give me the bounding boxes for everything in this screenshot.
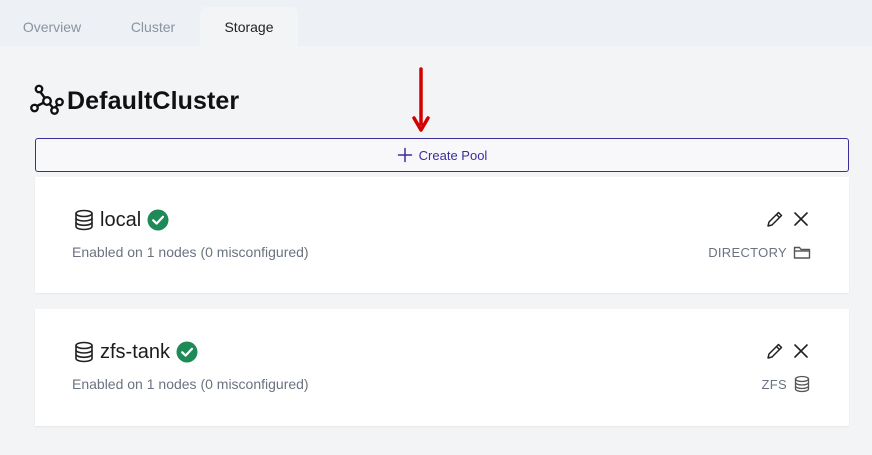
tab-bar: Overview Cluster Storage — [0, 0, 872, 46]
edit-pencil-icon[interactable] — [765, 209, 785, 229]
database-icon — [794, 375, 810, 393]
pool-name[interactable]: local — [100, 209, 141, 232]
plus-icon — [397, 147, 412, 163]
create-pool-label: Create Pool — [418, 147, 488, 163]
tab-overview[interactable]: Overview — [8, 7, 96, 46]
delete-close-icon[interactable] — [791, 341, 811, 361]
pool-actions — [765, 341, 811, 361]
pool-name-row: zfs-tank — [73, 340, 198, 364]
pool-type-label: ZFS — [761, 376, 787, 392]
cluster-title: DefaultCluster — [67, 86, 240, 115]
pool-name-row: local — [73, 208, 169, 232]
edit-pencil-icon[interactable] — [765, 341, 785, 361]
check-circle-icon — [147, 209, 169, 231]
delete-close-icon[interactable] — [791, 209, 811, 229]
pool-description: Enabled on 1 nodes (0 misconfigured) — [72, 244, 309, 260]
check-circle-icon — [176, 341, 198, 363]
tab-storage[interactable]: Storage — [200, 7, 298, 46]
pool-type: ZFS — [762, 375, 811, 393]
database-icon — [75, 209, 93, 231]
red-down-arrow-icon — [412, 67, 430, 132]
cluster-heading: DefaultCluster — [30, 84, 239, 118]
cluster-network-icon — [30, 84, 64, 115]
pool-description: Enabled on 1 nodes (0 misconfigured) — [72, 376, 309, 392]
pool-name[interactable]: zfs-tank — [100, 341, 170, 364]
tab-cluster[interactable]: Cluster — [108, 7, 198, 46]
create-pool-button[interactable]: Create Pool — [35, 138, 849, 172]
pool-card-local: local Enabled on 1 nodes (0 misconfigure… — [35, 177, 849, 293]
folder-icon — [793, 246, 811, 259]
pool-type: DIRECTORY — [708, 243, 811, 261]
database-icon — [75, 341, 93, 363]
pool-card-zfs-tank: zfs-tank Enabled on 1 nodes (0 misconfig… — [35, 309, 849, 426]
pool-actions — [765, 209, 811, 229]
pool-type-label: DIRECTORY — [708, 244, 787, 260]
